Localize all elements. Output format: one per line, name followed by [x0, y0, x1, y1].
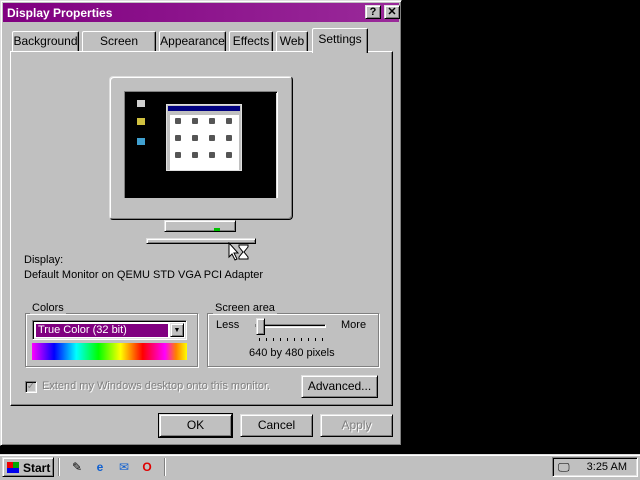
- preview-icon: [209, 118, 215, 124]
- preview-icon: [192, 118, 198, 124]
- network-icon: [137, 138, 145, 145]
- screen-area-legend: Screen area: [213, 302, 277, 314]
- tab-web[interactable]: Web: [276, 31, 308, 51]
- extend-desktop-checkbox[interactable]: ✓: [25, 381, 37, 393]
- preview-icon: [209, 135, 215, 141]
- internet-explorer-icon[interactable]: e: [92, 459, 108, 475]
- preview-icon: [226, 135, 232, 141]
- chevron-down-icon[interactable]: ▼: [170, 323, 184, 337]
- display-adapter-value: Default Monitor on QEMU STD VGA PCI Adap…: [24, 269, 264, 281]
- slider-tick: [322, 338, 323, 341]
- preview-icon: [175, 118, 181, 124]
- start-button[interactable]: Start: [2, 457, 54, 477]
- color-depth-selected: True Color (32 bit): [36, 324, 168, 337]
- preview-icon: [226, 118, 232, 124]
- help-button[interactable]: ?: [365, 5, 381, 19]
- taskbar-separator: [164, 458, 166, 476]
- advanced-button[interactable]: Advanced...: [301, 375, 378, 398]
- tab-screen-saver[interactable]: Screen Saver: [82, 31, 156, 66]
- cancel-button-label: Cancel: [257, 418, 296, 432]
- windows-logo-icon: [7, 462, 19, 473]
- slider-tick: [266, 338, 267, 341]
- preview-window: [166, 104, 242, 171]
- busy-cursor-icon: [228, 242, 249, 261]
- preview-window-content: [170, 115, 239, 170]
- preview-icon: [175, 152, 181, 158]
- resolution-slider-thumb[interactable]: [256, 318, 265, 335]
- preview-window-titlebar: [168, 106, 240, 111]
- opera-icon[interactable]: O: [139, 459, 155, 475]
- ok-button[interactable]: OK: [158, 413, 233, 438]
- resolution-slider-track[interactable]: [255, 324, 326, 328]
- show-desktop-icon[interactable]: ✎: [69, 459, 85, 475]
- start-label: Start: [23, 461, 51, 475]
- my-documents-icon: [137, 118, 145, 125]
- slider-tick: [273, 338, 274, 341]
- preview-icon: [192, 152, 198, 158]
- more-label: More: [341, 319, 367, 331]
- resolution-text: 640 by 480 pixels: [249, 347, 335, 359]
- tab-effects[interactable]: Effects: [229, 31, 273, 51]
- preview-taskbar: [124, 198, 278, 207]
- monitor-stand: [164, 220, 236, 232]
- cancel-button[interactable]: Cancel: [240, 414, 313, 437]
- slider-tick: [287, 338, 288, 341]
- preview-icon: [175, 135, 181, 141]
- power-led: [214, 228, 220, 231]
- title-bar[interactable]: Display Properties ? ✕: [3, 3, 400, 22]
- outlook-express-icon[interactable]: ✉: [116, 459, 132, 475]
- slider-tick: [315, 338, 316, 341]
- preview-icon: [209, 152, 215, 158]
- slider-tick: [280, 338, 281, 341]
- color-spectrum-preview: [32, 343, 187, 360]
- my-computer-icon: [137, 100, 145, 107]
- slider-tick: [259, 338, 260, 341]
- color-depth-dropdown[interactable]: True Color (32 bit) ▼: [32, 320, 187, 340]
- extend-desktop-label: Extend my Windows desktop onto this moni…: [42, 380, 271, 392]
- colors-legend: Colors: [30, 302, 66, 314]
- window-title: Display Properties: [7, 6, 113, 20]
- system-tray: 🖵 3:25 AM: [552, 457, 638, 477]
- tab-settings[interactable]: Settings: [312, 28, 368, 53]
- display-settings-tray-icon[interactable]: 🖵: [558, 460, 570, 475]
- slider-tick: [294, 338, 295, 341]
- slider-tick: [301, 338, 302, 341]
- preview-icon: [192, 135, 198, 141]
- taskbar-separator: [58, 458, 60, 476]
- clock[interactable]: 3:25 AM: [587, 461, 627, 473]
- apply-button-label: Apply: [341, 418, 372, 432]
- slider-tick: [308, 338, 309, 341]
- preview-icon: [226, 152, 232, 158]
- advanced-button-label: Advanced...: [307, 379, 372, 393]
- tab-appearance[interactable]: Appearance: [159, 31, 226, 51]
- display-label: Display:: [24, 254, 64, 266]
- ok-button-label: OK: [186, 418, 205, 432]
- close-button[interactable]: ✕: [384, 5, 400, 19]
- less-label: Less: [216, 319, 240, 331]
- tab-background[interactable]: Background: [12, 31, 79, 51]
- apply-button[interactable]: Apply: [320, 414, 393, 437]
